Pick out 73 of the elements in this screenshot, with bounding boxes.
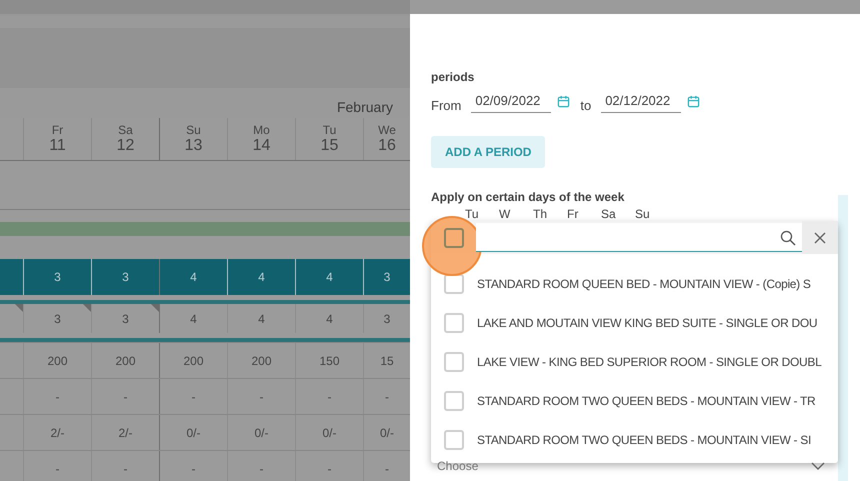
weekday-option[interactable]: Su (635, 208, 669, 220)
weekday-option[interactable]: Sa (601, 208, 635, 220)
calendar-icon[interactable] (557, 95, 570, 108)
chevron-icon (811, 462, 825, 470)
table-cell: 4 (159, 304, 227, 333)
calendar-icon[interactable] (687, 95, 700, 108)
table-cell: - (295, 451, 363, 481)
date-field[interactable]: 02/12/2022 (601, 90, 682, 113)
table-cell: 4 (227, 259, 295, 295)
table-cell: - (159, 379, 227, 414)
weekday-option[interactable]: Fr (567, 208, 601, 220)
weekday-label: Fr (52, 124, 64, 137)
checkbox[interactable] (444, 352, 464, 372)
select-all-checkbox[interactable] (444, 228, 464, 248)
table-cell: 0/- (227, 415, 295, 450)
search-icon[interactable] (780, 230, 796, 246)
table-cell: 200 (159, 343, 227, 378)
item-label[interactable]: STANDARD ROOM TWO QUEEN BEDS - MOUNTAIN VIEW - SI (477, 430, 811, 448)
item-label[interactable]: STANDARD ROOM TWO QUEEN BEDS - MOUNTAIN VIEW - TR (477, 392, 816, 410)
table-cell: 3 (23, 259, 91, 295)
table-cell: 4 (295, 259, 363, 295)
date-label: 11 (49, 136, 66, 154)
item-label[interactable]: LAKE AND MOUTAIN VIEW KING BED SUITE - SINGLE OR DOU (477, 314, 818, 332)
close-icon (814, 232, 826, 244)
date-label: 13 (184, 136, 202, 154)
close-button[interactable] (802, 221, 838, 254)
table-cell: - (91, 379, 159, 414)
table-cell: - (91, 451, 159, 481)
table-cell: - (227, 451, 295, 481)
date-label: 14 (252, 136, 270, 154)
checkbox[interactable] (444, 274, 464, 294)
date-field[interactable]: 02/09/2022 (471, 90, 552, 113)
from-label: From (431, 97, 462, 115)
date-label: 16 (378, 136, 396, 154)
table-cell: - (159, 451, 227, 481)
table-cell: 3 (91, 259, 159, 295)
weekday-option[interactable]: Th (533, 208, 567, 220)
section-label: Apply on certain days of the week (431, 188, 626, 206)
table-cell: 3 (91, 304, 159, 333)
table-cell: 3 (23, 304, 91, 333)
checkbox[interactable] (444, 312, 464, 332)
table-cell: 150 (295, 343, 363, 378)
table-cell: 0/- (159, 415, 227, 450)
weekday-label: Tu (322, 124, 336, 137)
weekday-label: Su (186, 124, 201, 137)
table-cell: 2/- (91, 415, 159, 450)
table-cell: 200 (23, 343, 91, 378)
weekday-option[interactable]: Tu (465, 208, 499, 220)
weekday-option[interactable]: W (499, 208, 533, 220)
weekday-label: We (378, 124, 396, 137)
table-cell: 4 (227, 304, 295, 333)
table-cell: 4 (159, 259, 227, 295)
month-label: February (336, 98, 393, 117)
table-cell: - (295, 379, 363, 414)
table-cell: - (227, 379, 295, 414)
section-label: periods (431, 69, 476, 86)
item-label[interactable]: STANDARD ROOM QUEEN BED - MOUNTAIN VIEW - (Copie) S (477, 274, 811, 292)
table-cell: 200 (91, 343, 159, 378)
table-cell: 4 (295, 304, 363, 333)
item-label[interactable]: LAKE VIEW - KING BED SUPERIOR ROOM - SINGLE OR DOUBL (477, 352, 822, 370)
table-cell: - (23, 451, 91, 481)
table-cell: - (23, 379, 91, 414)
weekday-label: Mo (253, 124, 270, 137)
checkbox[interactable] (444, 430, 464, 450)
table-cell: 0/- (295, 415, 363, 450)
date-label: 15 (320, 136, 338, 154)
date-label: 12 (116, 136, 134, 154)
to-label: to (580, 97, 592, 115)
table-cell: 2/- (23, 415, 91, 450)
checkbox[interactable] (444, 390, 464, 410)
search-field[interactable] (476, 223, 802, 252)
table-cell: 200 (227, 343, 295, 378)
weekday-label: Sa (118, 124, 133, 137)
